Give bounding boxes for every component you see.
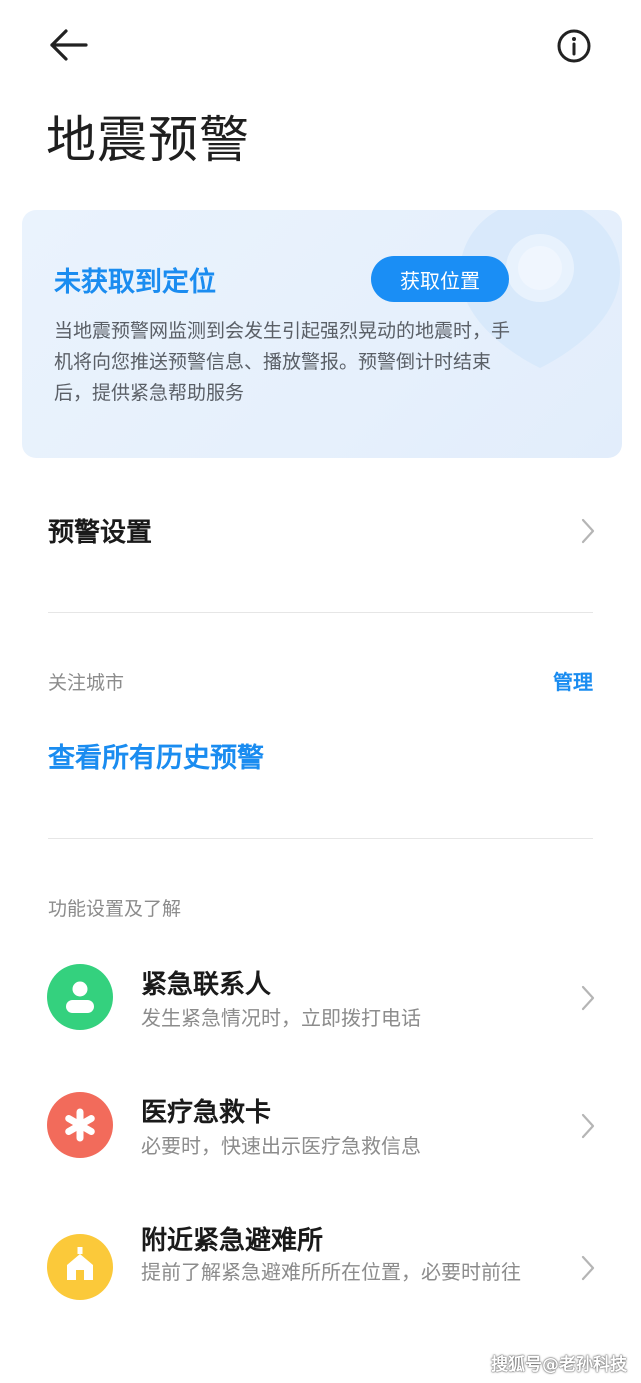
feature-title: 紧急联系人	[141, 970, 272, 1000]
info-button[interactable]	[552, 24, 596, 68]
page-title: 地震预警	[46, 111, 250, 169]
back-button[interactable]	[44, 24, 94, 66]
house-icon	[67, 1247, 93, 1280]
feature-title: 医疗急救卡	[141, 1098, 272, 1128]
feature-description: 发生紧急情况时，立即拨打电话	[141, 1006, 421, 1030]
alert-settings-row[interactable]: 预警设置	[0, 490, 641, 572]
asterisk-icon	[65, 1108, 95, 1142]
emergency-contacts-item[interactable]: 紧急联系人 发生紧急情况时，立即拨打电话	[0, 950, 641, 1060]
top-bar	[0, 0, 641, 90]
nearby-shelter-item[interactable]: 附近紧急避难所 提前了解紧急避难所所在位置，必要时前往	[0, 1206, 641, 1336]
feature-description: 提前了解紧急避难所所在位置，必要时前往	[141, 1260, 521, 1284]
location-status-title: 未获取到定位	[54, 267, 216, 298]
person-icon	[66, 981, 94, 1013]
feature-description: 必要时，快速出示医疗急救信息	[141, 1134, 421, 1158]
info-circle-icon	[557, 29, 591, 63]
chevron-right-icon	[581, 1113, 595, 1139]
features-section-label: 功能设置及了解	[48, 898, 182, 920]
followed-cities-label: 关注城市	[48, 672, 125, 694]
chevron-right-icon	[581, 518, 595, 544]
get-location-button[interactable]: 获取位置	[371, 256, 509, 302]
emergency-contacts-icon-circle	[47, 964, 113, 1030]
alert-settings-label: 预警设置	[48, 518, 153, 548]
arrow-left-icon	[50, 29, 88, 61]
manage-link[interactable]: 管理	[553, 666, 593, 695]
feature-title: 附近紧急避难所	[141, 1226, 324, 1256]
view-history-alerts-link[interactable]: 查看所有历史预警	[48, 736, 264, 775]
location-description: 当地震预警网监测到会发生引起强烈晃动的地震时，手机将向您推送预警信息、播放警报。…	[54, 320, 511, 404]
medical-card-icon-circle	[47, 1092, 113, 1158]
location-card: 未获取到定位 获取位置 当地震预警网监测到会发生引起强烈晃动的地震时，手机将向您…	[22, 210, 622, 458]
divider	[48, 838, 593, 839]
watermark-text: 搜狐号@老孙科技	[491, 1355, 627, 1375]
nearby-shelter-icon-circle	[47, 1234, 113, 1300]
chevron-right-icon	[581, 985, 595, 1011]
chevron-right-icon	[581, 1255, 595, 1281]
medical-card-item[interactable]: 医疗急救卡 必要时，快速出示医疗急救信息	[0, 1078, 641, 1188]
divider	[48, 612, 593, 613]
